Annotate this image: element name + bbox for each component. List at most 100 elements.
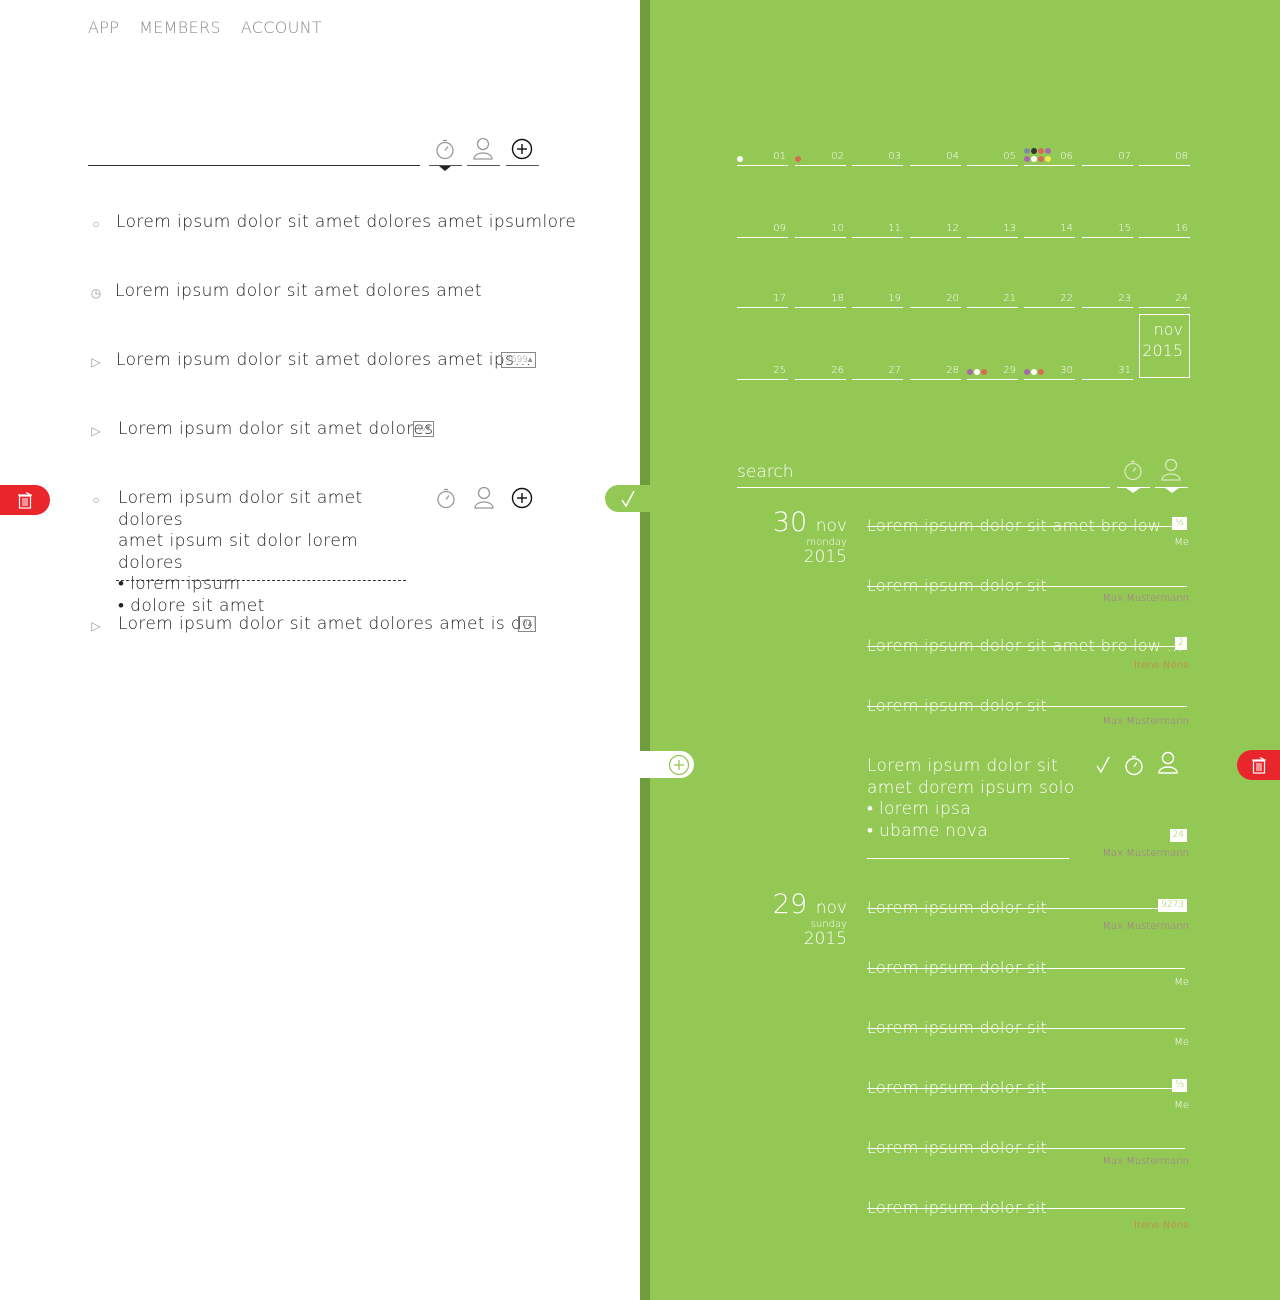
- calendar-day[interactable]: 13: [967, 223, 1018, 238]
- delete-tab[interactable]: [0, 485, 50, 515]
- open-task-underline: [867, 858, 1069, 859]
- complete-tab[interactable]: [605, 485, 650, 512]
- calendar-day[interactable]: 07: [1082, 151, 1133, 166]
- calendar-event-dot: [737, 156, 743, 162]
- stopwatch-icon[interactable]: [1117, 455, 1149, 485]
- calendar-day[interactable]: 26: [795, 365, 846, 380]
- calendar-day[interactable]: 24: [1139, 293, 1190, 308]
- strikethrough: [867, 1148, 1185, 1149]
- calendar-event-dot: [1024, 148, 1030, 154]
- calendar-day[interactable]: 02: [795, 151, 846, 166]
- calendar-day[interactable]: 05: [967, 151, 1018, 166]
- assignee: Me: [1174, 1100, 1189, 1111]
- circle-icon[interactable]: ○: [88, 216, 104, 232]
- play-icon[interactable]: ▷: [88, 618, 104, 634]
- done-tag: ⅔: [1172, 1079, 1187, 1092]
- chevron-down-icon[interactable]: [439, 166, 451, 171]
- plus-circle-icon[interactable]: [506, 133, 538, 165]
- calendar-day-number: 19: [888, 293, 901, 304]
- strikethrough: [867, 1028, 1185, 1029]
- delete-tab[interactable]: [1237, 750, 1280, 780]
- strikethrough: [867, 706, 1187, 707]
- calendar-day[interactable]: 19: [852, 293, 903, 308]
- calendar-day[interactable]: 14: [1024, 223, 1075, 238]
- search-input[interactable]: [737, 462, 1110, 482]
- person-icon[interactable]: [468, 482, 500, 514]
- calendar-event-dot: [1038, 156, 1044, 162]
- plus-circle-icon[interactable]: [506, 482, 538, 514]
- calendar-day[interactable]: 30: [1024, 365, 1075, 380]
- month-selector[interactable]: nov 2015: [1139, 314, 1190, 378]
- calendar-day[interactable]: 08: [1139, 151, 1190, 166]
- plus-circle-icon[interactable]: [668, 754, 690, 776]
- calendar-day-number: 24: [1175, 293, 1188, 304]
- calendar-day[interactable]: 03: [852, 151, 903, 166]
- group-weekday: monday: [806, 537, 847, 548]
- add-tab[interactable]: [640, 751, 694, 778]
- calendar-day[interactable]: 16: [1139, 223, 1190, 238]
- assignee: Irene Nene: [1134, 1220, 1189, 1231]
- calendar-day-number: 28: [946, 365, 959, 376]
- check-icon[interactable]: [620, 490, 636, 508]
- calendar-day[interactable]: 27: [852, 365, 903, 380]
- circle-icon[interactable]: ○: [88, 492, 104, 508]
- assignee: Me: [1174, 1037, 1189, 1048]
- task-text: Lorem ipsum dolor sit amet dolores amet …: [116, 350, 532, 370]
- calendar-day-number: 06: [1060, 151, 1073, 162]
- calendar-day[interactable]: 29: [967, 365, 1018, 380]
- calendar-day[interactable]: 25: [737, 365, 788, 380]
- task-text-multiline[interactable]: Lorem ipsum dolor sit amet dolores amet …: [118, 488, 418, 617]
- nav-account[interactable]: ACCOUNT: [241, 18, 322, 37]
- calendar-day-number: 16: [1175, 223, 1188, 234]
- count-badge[interactable]: 3699▴: [501, 352, 537, 368]
- calendar-day-number: 05: [1003, 151, 1016, 162]
- chevron-down-icon[interactable]: [1126, 488, 1140, 493]
- trash-icon[interactable]: [18, 491, 32, 509]
- stopwatch-icon[interactable]: [429, 133, 461, 165]
- calendar-day[interactable]: 18: [795, 293, 846, 308]
- calendar-event-dot: [1045, 156, 1051, 162]
- trash-icon[interactable]: [1251, 756, 1266, 774]
- calendar-day[interactable]: 31: [1082, 365, 1133, 380]
- stopwatch-icon[interactable]: [1118, 750, 1150, 780]
- strikethrough: [867, 968, 1185, 969]
- person-icon[interactable]: [1155, 455, 1187, 485]
- task-text: Lorem ipsum dolor sit amet dolores amet …: [118, 614, 539, 634]
- count-badge[interactable]: 0▴: [518, 616, 537, 632]
- done-tag: 24: [1169, 829, 1187, 842]
- calendar-day[interactable]: 10: [795, 223, 846, 238]
- task-text: Lorem ipsum dolor sit amet dolores: [118, 419, 434, 439]
- calendar-day[interactable]: 17: [737, 293, 788, 308]
- calendar-day[interactable]: 01: [737, 151, 788, 166]
- new-task-input[interactable]: [88, 165, 420, 166]
- calendar-day[interactable]: 04: [910, 151, 961, 166]
- calendar-day[interactable]: 28: [910, 365, 961, 380]
- calendar-day[interactable]: 20: [910, 293, 961, 308]
- stopwatch-icon[interactable]: [430, 482, 462, 514]
- calendar-event-dot: [1038, 148, 1044, 154]
- group-day: 30: [772, 507, 808, 538]
- play-icon[interactable]: ▷: [88, 423, 104, 439]
- person-icon[interactable]: [1152, 748, 1184, 778]
- calendar-day[interactable]: 11: [852, 223, 903, 238]
- month-label: nov: [1153, 320, 1183, 339]
- fraction-badge[interactable]: ½▾: [413, 421, 435, 437]
- calendar-day-number: 04: [946, 151, 959, 162]
- calendar-day[interactable]: 15: [1082, 223, 1133, 238]
- calendar-day[interactable]: 22: [1024, 293, 1075, 308]
- nav-members[interactable]: MEMBERS: [139, 18, 221, 37]
- calendar-day-number: 10: [831, 223, 844, 234]
- calendar-day[interactable]: 12: [910, 223, 961, 238]
- person-icon[interactable]: [467, 133, 499, 165]
- calendar-day[interactable]: 21: [967, 293, 1018, 308]
- calendar-day[interactable]: 23: [1082, 293, 1133, 308]
- calendar-day-number: 14: [1060, 223, 1073, 234]
- play-icon[interactable]: ▷: [88, 354, 104, 370]
- calendar-day[interactable]: 09: [737, 223, 788, 238]
- chevron-down-icon[interactable]: [1165, 488, 1179, 493]
- calendar-day-number: 02: [831, 151, 844, 162]
- clock-icon[interactable]: ◷: [88, 285, 104, 301]
- nav-app[interactable]: APP: [88, 18, 119, 37]
- assignee: Max Mustermann: [1102, 1156, 1189, 1167]
- check-icon[interactable]: [1087, 750, 1119, 780]
